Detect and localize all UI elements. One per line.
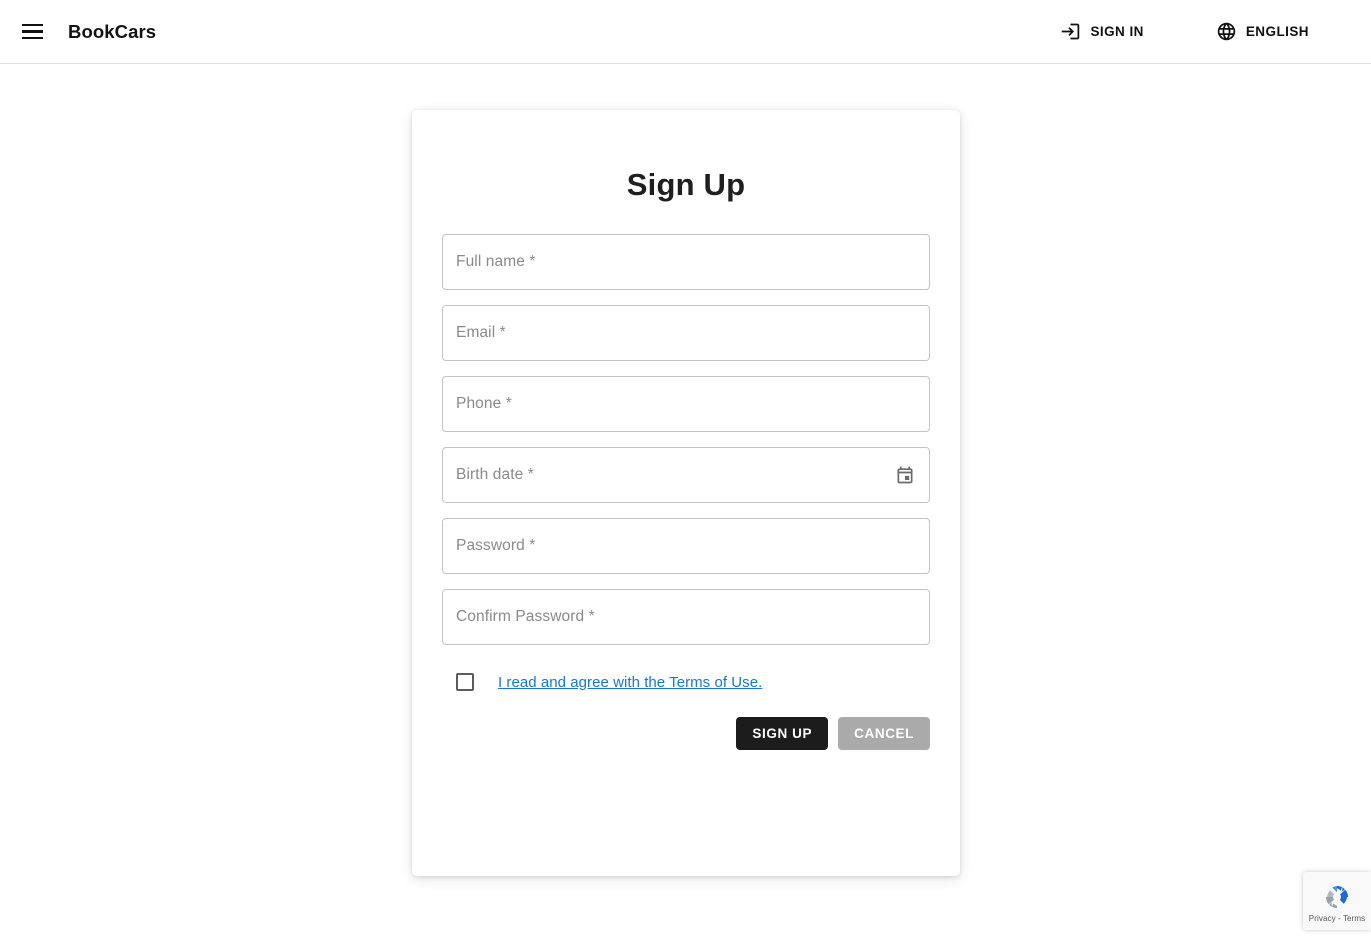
full-name-input[interactable]	[443, 235, 929, 289]
cancel-button[interactable]: CANCEL	[838, 717, 930, 750]
signup-form: Full name * Email * Phone * Birth date *…	[412, 234, 960, 691]
terms-of-use-link[interactable]: I read and agree with the Terms of Use.	[498, 674, 762, 691]
email-field[interactable]: Email *	[442, 305, 930, 361]
hamburger-menu-button[interactable]	[12, 12, 52, 52]
phone-field[interactable]: Phone *	[442, 376, 930, 432]
confirm-password-input[interactable]	[443, 590, 929, 644]
form-actions: SIGN UP CANCEL	[412, 717, 960, 750]
phone-input[interactable]	[443, 377, 929, 431]
confirm-password-field[interactable]: Confirm Password *	[442, 589, 930, 645]
hamburger-menu-icon	[21, 24, 43, 39]
globe-icon	[1216, 21, 1237, 42]
password-input[interactable]	[443, 519, 929, 573]
calendar-icon[interactable]	[892, 462, 918, 488]
signup-card: Sign Up Full name * Email * Phone * Birt…	[412, 110, 960, 876]
page-title: Sign Up	[626, 167, 746, 202]
sign-in-button[interactable]: SIGN IN	[1050, 15, 1153, 48]
password-field[interactable]: Password *	[442, 518, 930, 574]
sign-up-button[interactable]: SIGN UP	[736, 717, 829, 750]
email-input[interactable]	[443, 306, 929, 360]
recaptcha-logo-icon	[1321, 881, 1353, 913]
recaptcha-privacy-terms[interactable]: Privacy - Terms	[1309, 914, 1365, 923]
full-name-field[interactable]: Full name *	[442, 234, 930, 290]
sign-in-label: SIGN IN	[1090, 24, 1144, 39]
app-header: BookCars SIGN IN ENGLISH	[0, 0, 1371, 64]
recaptcha-badge[interactable]: Privacy - Terms	[1303, 872, 1371, 930]
brand-title[interactable]: BookCars	[68, 21, 156, 43]
terms-row: I read and agree with the Terms of Use.	[442, 673, 930, 691]
login-icon	[1060, 21, 1081, 42]
language-label: ENGLISH	[1245, 24, 1309, 39]
birth-date-input[interactable]	[443, 448, 929, 502]
language-selector[interactable]: ENGLISH	[1206, 15, 1319, 48]
birth-date-field[interactable]: Birth date *	[442, 447, 930, 503]
terms-checkbox[interactable]	[456, 673, 474, 691]
